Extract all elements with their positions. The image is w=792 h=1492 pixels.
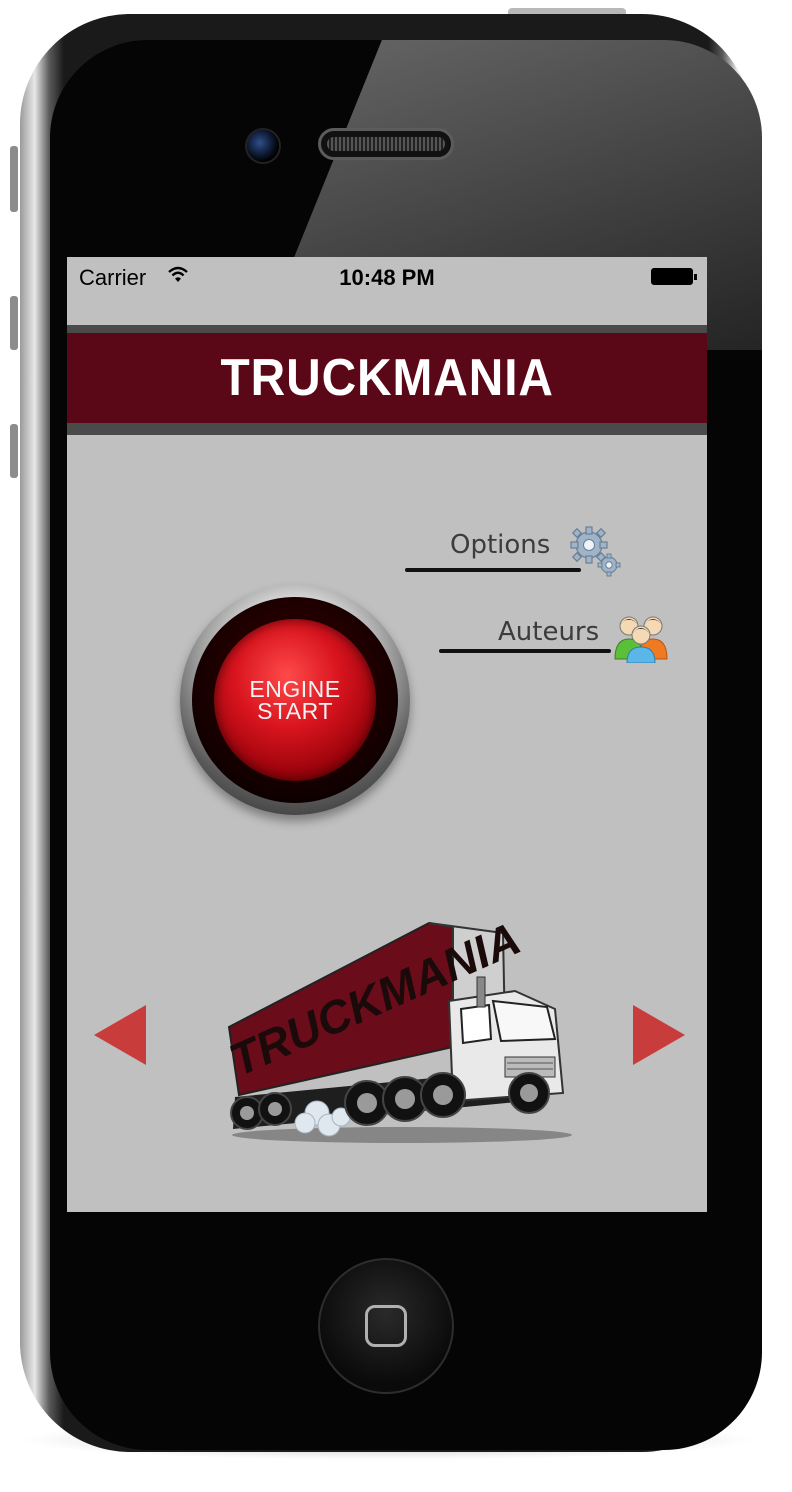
left-arrow-icon[interactable] xyxy=(94,1005,146,1065)
volume-up-button xyxy=(10,296,18,350)
front-camera-icon xyxy=(245,128,281,164)
title-bar: TRUCKMANIA xyxy=(67,333,707,423)
auteurs-link[interactable]: Auteurs xyxy=(498,617,599,647)
engine-start-button[interactable]: ENGINE START xyxy=(180,585,410,815)
status-bar: Carrier 10:48 PM xyxy=(67,257,707,297)
truck-image: TRUCKMANIA xyxy=(222,917,572,1143)
auteurs-underline xyxy=(439,649,611,653)
options-underline xyxy=(405,568,581,572)
app-screen: Carrier 10:48 PM TRUCKMANIA Options Aute… xyxy=(67,257,707,1212)
engine-label-line2: START xyxy=(257,698,333,724)
engine-label-line1: ENGINE xyxy=(249,676,341,702)
engine-button-core: ENGINE START xyxy=(214,619,376,781)
volume-down-button xyxy=(10,424,18,478)
people-icon[interactable] xyxy=(613,613,669,663)
engine-button-ring: ENGINE START xyxy=(192,597,398,803)
gear-icon[interactable] xyxy=(569,525,621,577)
battery-icon xyxy=(651,268,697,285)
options-link[interactable]: Options xyxy=(450,530,550,560)
earpiece-speaker xyxy=(318,128,454,160)
right-arrow-icon[interactable] xyxy=(633,1005,685,1065)
home-button-icon[interactable] xyxy=(318,1258,454,1394)
home-square-icon xyxy=(365,1305,407,1347)
app-title: TRUCKMANIA xyxy=(220,349,554,407)
title-band: TRUCKMANIA xyxy=(67,325,707,435)
status-time: 10:48 PM xyxy=(339,265,435,290)
mute-switch xyxy=(10,146,18,212)
